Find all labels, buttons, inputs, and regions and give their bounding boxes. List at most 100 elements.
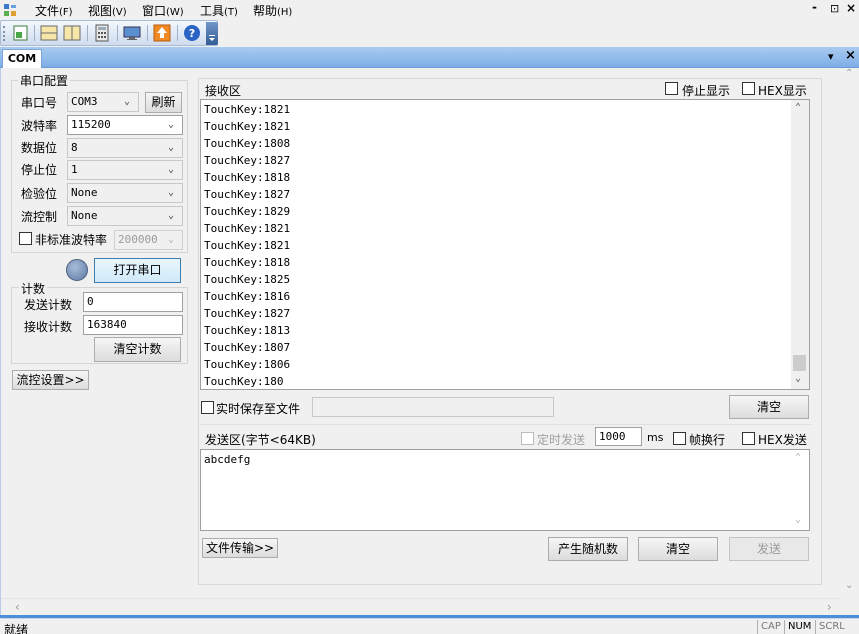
recv-count-label: 接收计数 (24, 320, 73, 334)
send-scrollbar[interactable]: ⌃ ⌄ (791, 450, 809, 530)
menu-view[interactable]: 视图(V) (88, 2, 127, 19)
toolbar-overflow-button[interactable] (206, 22, 218, 45)
send-count-label: 发送计数 (24, 298, 73, 312)
interval-field[interactable]: 1000 (595, 427, 642, 446)
upload-icon[interactable] (152, 24, 172, 42)
close-button[interactable]: × (846, 1, 856, 15)
file-transfer-button[interactable]: 文件传输>> (202, 538, 278, 558)
stopbits-select[interactable]: 1 ⌄ (67, 160, 183, 180)
nonstd-baud-select[interactable]: 200000 ⌄ (114, 230, 183, 250)
scroll-up-icon[interactable]: ⌃ (795, 452, 801, 463)
send-button[interactable]: 发送 (729, 537, 809, 561)
tab-com[interactable]: COM (2, 49, 42, 68)
chevron-down-icon: ⌄ (168, 234, 175, 245)
save-to-file-checkbox[interactable] (201, 401, 214, 414)
scroll-right-icon[interactable]: › (827, 600, 832, 614)
port-status-indicator (66, 259, 88, 281)
databits-select[interactable]: 8 ⌄ (67, 138, 183, 158)
counter-title: 计数 (19, 280, 48, 297)
send-area[interactable]: abcdefg ⌃ ⌄ (200, 449, 810, 531)
split-horizontal-icon[interactable] (39, 24, 59, 42)
chevron-down-icon: ⌄ (168, 187, 175, 198)
chevron-down-icon: ⌄ (168, 210, 175, 221)
receive-scrollbar[interactable]: ⌃ ⌄ (791, 100, 809, 389)
recv-count-field: 163840 (83, 315, 183, 335)
hex-display-checkbox[interactable] (742, 82, 755, 95)
receive-line: TouchKey:1818 (204, 256, 291, 269)
divider (200, 424, 812, 425)
menu-file[interactable]: 文件(F) (35, 2, 73, 19)
receive-line: TouchKey:1821 (204, 239, 291, 252)
open-port-button[interactable]: 打开串口 (94, 258, 181, 283)
tab-list-button[interactable]: ▾ (828, 50, 834, 63)
receive-line: TouchKey:1827 (204, 154, 291, 167)
send-count-field: 0 (83, 292, 183, 312)
scroll-down-icon[interactable]: ⌄ (795, 373, 801, 384)
nonstd-baud-checkbox[interactable] (19, 232, 32, 245)
toolbar-separator (34, 25, 35, 41)
scroll-down-icon[interactable]: ⌄ (795, 514, 801, 525)
frame-horizontal-scrollbar[interactable]: ‹ › (1, 598, 841, 615)
menu-help[interactable]: 帮助(H) (253, 2, 292, 19)
receive-line: TouchKey:1827 (204, 188, 291, 201)
receive-line: TouchKey:1821 (204, 120, 291, 133)
status-text: 就绪 (4, 623, 29, 634)
minimize-button[interactable]: - (812, 0, 817, 14)
receive-title: 接收区 (205, 84, 242, 98)
parity-label: 检验位 (21, 187, 58, 201)
new-icon[interactable] (11, 24, 31, 42)
calculator-icon[interactable] (92, 24, 112, 42)
scroll-down-icon[interactable]: ⌄ (845, 580, 853, 591)
clear-receive-button[interactable]: 清空 (729, 395, 809, 419)
toolbar-separator (117, 25, 118, 41)
flow-settings-button[interactable]: 流控设置>> (12, 370, 89, 390)
receive-area[interactable]: TouchKey:1821 TouchKey:1821 TouchKey:180… (200, 99, 810, 390)
split-vertical-icon[interactable] (62, 24, 82, 42)
flow-select[interactable]: None ⌄ (67, 206, 183, 226)
refresh-button[interactable]: 刷新 (145, 92, 182, 113)
menu-tools[interactable]: 工具(T) (200, 2, 238, 19)
scroll-up-icon[interactable]: ⌃ (795, 102, 801, 113)
receive-line: TouchKey:1829 (204, 205, 291, 218)
menu-window[interactable]: 窗口(W) (142, 2, 184, 19)
send-title: 发送区(字节<64KB) (205, 433, 316, 447)
frame-newline-checkbox[interactable] (673, 432, 686, 445)
clear-send-button[interactable]: 清空 (638, 537, 718, 561)
port-label: 串口号 (21, 96, 58, 110)
hex-send-checkbox[interactable] (742, 432, 755, 445)
hex-send-label: HEX发送 (758, 433, 807, 447)
chevron-down-icon: ⌄ (168, 142, 175, 153)
scroll-left-icon[interactable]: ‹ (15, 600, 20, 614)
menu-bar: 文件(F) 视图(V) 窗口(W) 工具(T) 帮助(H) - ⊡ × (0, 0, 859, 20)
nonstd-baud-label: 非标准波特率 (35, 233, 108, 247)
receive-line: TouchKey:1808 (204, 137, 291, 150)
random-number-button[interactable]: 产生随机数 (548, 537, 628, 561)
help-icon[interactable]: ? (182, 24, 202, 42)
frame-vertical-scrollbar[interactable]: ⌃ ⌄ (841, 68, 858, 598)
timed-send-checkbox[interactable] (521, 432, 534, 445)
tab-close-button[interactable]: × (845, 48, 856, 63)
toolbar: ? (0, 20, 218, 46)
toolbar-separator (147, 25, 148, 41)
toolbar-grip[interactable] (3, 26, 6, 41)
port-select[interactable]: COM3 ⌄ (67, 92, 139, 112)
svg-text:?: ? (189, 27, 195, 40)
save-to-file-label: 实时保存至文件 (216, 402, 301, 416)
scroll-up-icon[interactable]: ⌃ (845, 68, 853, 79)
scrollbar-thumb[interactable] (793, 355, 806, 371)
baud-select[interactable]: 115200 ⌄ (67, 115, 183, 135)
parity-select[interactable]: None ⌄ (67, 183, 183, 203)
toolbar-separator (177, 25, 178, 41)
monitor-icon[interactable] (122, 24, 142, 42)
stopbits-label: 停止位 (21, 163, 58, 177)
status-bar: 就绪 CAP NUM SCRL (0, 618, 859, 634)
clear-count-button[interactable]: 清空计数 (94, 337, 181, 362)
stop-display-checkbox[interactable] (665, 82, 678, 95)
databits-label: 数据位 (21, 141, 58, 155)
receive-line: TouchKey:1818 (204, 171, 291, 184)
document-tabstrip (0, 47, 859, 68)
restore-button[interactable]: ⊡ (830, 2, 839, 15)
frame-newline-label: 帧换行 (689, 433, 726, 447)
serial-config-title: 串口配置 (18, 72, 71, 89)
save-file-path-field[interactable] (312, 397, 554, 417)
